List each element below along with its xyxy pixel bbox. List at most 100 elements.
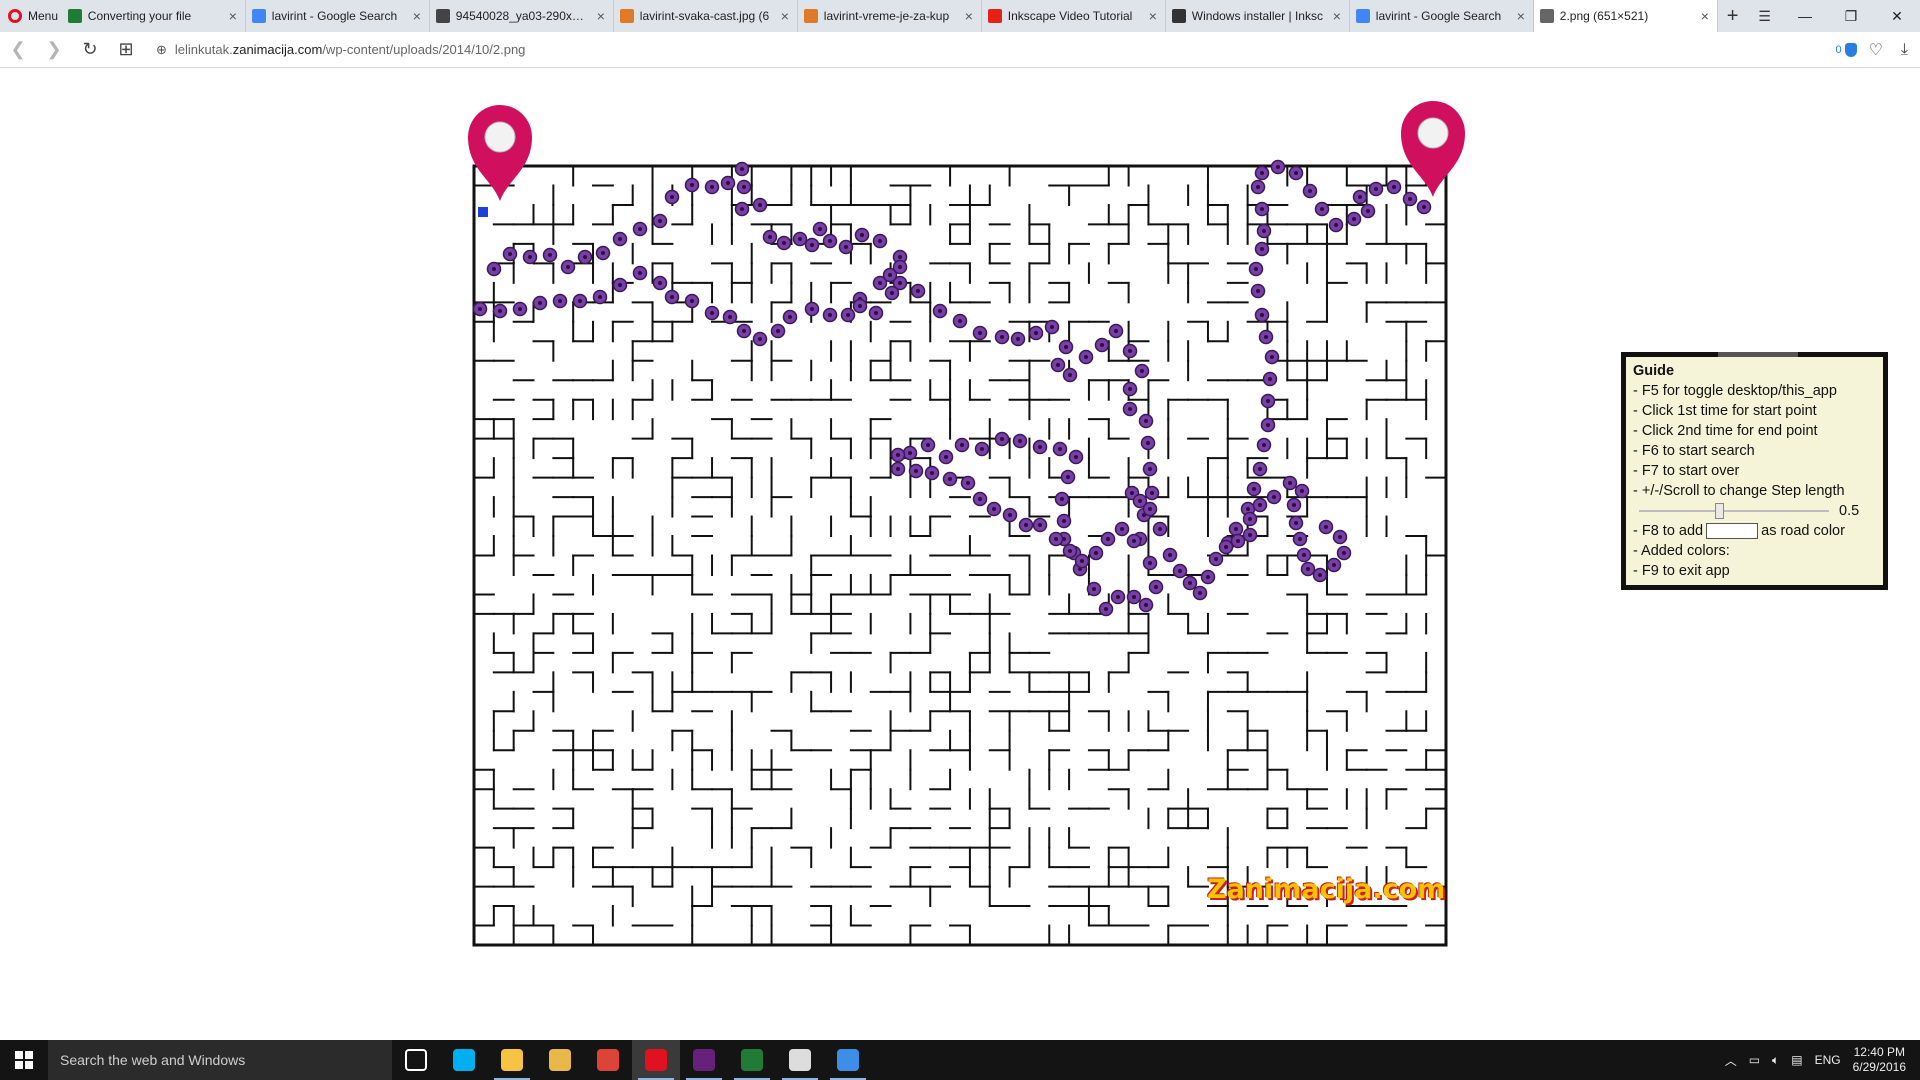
path-dot-center: [758, 203, 762, 207]
task-view-taskbar-button[interactable]: [392, 1040, 440, 1080]
tab-close-icon[interactable]: ×: [1331, 8, 1343, 24]
tab-favicon-icon: [1539, 9, 1554, 23]
path-dot-center: [1352, 217, 1356, 221]
minimize-icon[interactable]: —: [1782, 0, 1828, 32]
adblock-badge[interactable]: 0: [1835, 42, 1857, 57]
back-icon[interactable]: ❮: [0, 32, 36, 68]
path-dot-center: [492, 267, 496, 271]
tab-close-icon[interactable]: ×: [779, 8, 791, 24]
skype-taskbar-button[interactable]: [440, 1040, 488, 1080]
clock[interactable]: 12:40 PM 6/29/2016: [1853, 1045, 1906, 1075]
path-dot-center: [776, 329, 780, 333]
tray-chevron-icon[interactable]: ︿: [1725, 1052, 1737, 1069]
browser-tab[interactable]: Windows installer | Inksc ×: [1166, 0, 1350, 32]
language-indicator[interactable]: ENG: [1815, 1053, 1841, 1067]
path-dot-center: [1024, 523, 1028, 527]
chrome-icon: [597, 1049, 619, 1071]
path-dot-center: [508, 252, 512, 256]
path-dot-center: [518, 307, 522, 311]
tab-close-icon[interactable]: ×: [1699, 8, 1711, 24]
forward-icon[interactable]: ❯: [36, 32, 72, 68]
speed-dial-icon[interactable]: ⊞: [108, 32, 144, 68]
app-window-taskbar-button[interactable]: [824, 1040, 872, 1080]
app-window-icon: [837, 1049, 859, 1071]
tab-close-icon[interactable]: ×: [963, 8, 975, 24]
notifications-icon[interactable]: ▤: [1791, 1053, 1802, 1067]
path-dot-center: [1080, 559, 1084, 563]
path-dot-center: [1408, 197, 1412, 201]
browser-tab[interactable]: Converting your file ×: [62, 0, 246, 32]
browser-tab[interactable]: 94540028_ya03-290x290 ×: [430, 0, 614, 32]
path-dot-center: [1062, 519, 1066, 523]
path-dot-center: [1168, 553, 1172, 557]
inkscape-taskbar-button[interactable]: [776, 1040, 824, 1080]
browser-tab[interactable]: lavirint-vreme-je-za-kup ×: [798, 0, 982, 32]
tab-close-icon[interactable]: ×: [1147, 8, 1159, 24]
volume-icon[interactable]: 🔈︎: [1772, 1053, 1779, 1068]
path-dot-center: [888, 273, 892, 277]
chrome-taskbar-button[interactable]: [584, 1040, 632, 1080]
step-length-slider[interactable]: [1639, 503, 1829, 519]
new-tab-button[interactable]: +: [1718, 0, 1748, 32]
guide-drag-handle[interactable]: [1718, 352, 1798, 357]
excel-taskbar-button[interactable]: [728, 1040, 776, 1080]
path-dot-center: [1158, 527, 1162, 531]
tab-close-icon[interactable]: ×: [227, 8, 239, 24]
opera-menu-button[interactable]: Menu: [0, 0, 62, 32]
browser-tab[interactable]: lavirint - Google Search ×: [246, 0, 430, 32]
path-dot-center: [1016, 337, 1020, 341]
path-dot-center: [1064, 345, 1068, 349]
path-dot-center: [930, 471, 934, 475]
slider-thumb[interactable]: [1715, 503, 1724, 519]
close-window-icon[interactable]: ✕: [1874, 0, 1920, 32]
browser-tab[interactable]: Inkscape Video Tutorial ×: [982, 0, 1166, 32]
start-button[interactable]: [0, 1040, 48, 1080]
tab-close-icon[interactable]: ×: [1515, 8, 1527, 24]
road-color-swatch[interactable]: [1706, 523, 1759, 540]
opera-taskbar-button[interactable]: [632, 1040, 680, 1080]
path-dot-center: [658, 281, 662, 285]
reload-icon[interactable]: ↻: [72, 32, 108, 68]
path-dot-center: [1060, 497, 1064, 501]
path-dot-center: [1140, 369, 1144, 373]
download-icon[interactable]: ⤓: [1895, 41, 1914, 59]
browser-tab[interactable]: 2.png (651×521) ×: [1533, 0, 1718, 32]
restore-icon[interactable]: ❐: [1828, 0, 1874, 32]
url-text: lelinkutak.zanimacija.com/wp-content/upl…: [174, 42, 526, 57]
path-dot-center: [1306, 567, 1310, 571]
path-dot-center: [618, 283, 622, 287]
path-dot-center: [1054, 537, 1058, 541]
browser-tab[interactable]: lavirint - Google Search ×: [1350, 0, 1534, 32]
path-dot-center: [980, 447, 984, 451]
file-manager-taskbar-button[interactable]: [488, 1040, 536, 1080]
path-dot-center: [1260, 171, 1264, 175]
path-dot-center: [1248, 517, 1252, 521]
path-dot-center: [1342, 551, 1346, 555]
path-dot-center: [1104, 607, 1108, 611]
path-dot-center: [898, 281, 902, 285]
guide-line: - +/-/Scroll to change Step length: [1633, 483, 1845, 499]
browser-tab[interactable]: lavirint-svaka-cast.jpg (6 ×: [614, 0, 798, 32]
tab-close-icon[interactable]: ×: [595, 8, 607, 24]
path-dot-center: [1198, 591, 1202, 595]
folder-taskbar-button[interactable]: [536, 1040, 584, 1080]
path-dot-center: [1252, 487, 1256, 491]
tab-favicon-icon: [987, 9, 1002, 23]
taskbar-search-input[interactable]: Search the web and Windows: [48, 1040, 392, 1080]
path-dot-center: [1000, 437, 1004, 441]
path-dot-center: [1236, 539, 1240, 543]
path-dot-center: [1034, 331, 1038, 335]
network-icon[interactable]: ▭: [1749, 1053, 1760, 1067]
path-dot-center: [1358, 195, 1362, 199]
path-dot-center: [740, 167, 744, 171]
url-field[interactable]: ⊕ lelinkutak.zanimacija.com/wp-content/u…: [150, 38, 1829, 62]
tab-close-icon[interactable]: ×: [411, 8, 423, 24]
path-dot-center: [788, 315, 792, 319]
path-dot-center: [1294, 171, 1298, 175]
heart-icon[interactable]: ♡: [1863, 40, 1889, 60]
path-dot-center: [1260, 207, 1264, 211]
tab-menu-icon[interactable]: ☰: [1747, 0, 1782, 32]
path-dot-center: [601, 251, 605, 255]
path-dot-center: [898, 265, 902, 269]
visual-studio-taskbar-button[interactable]: [680, 1040, 728, 1080]
